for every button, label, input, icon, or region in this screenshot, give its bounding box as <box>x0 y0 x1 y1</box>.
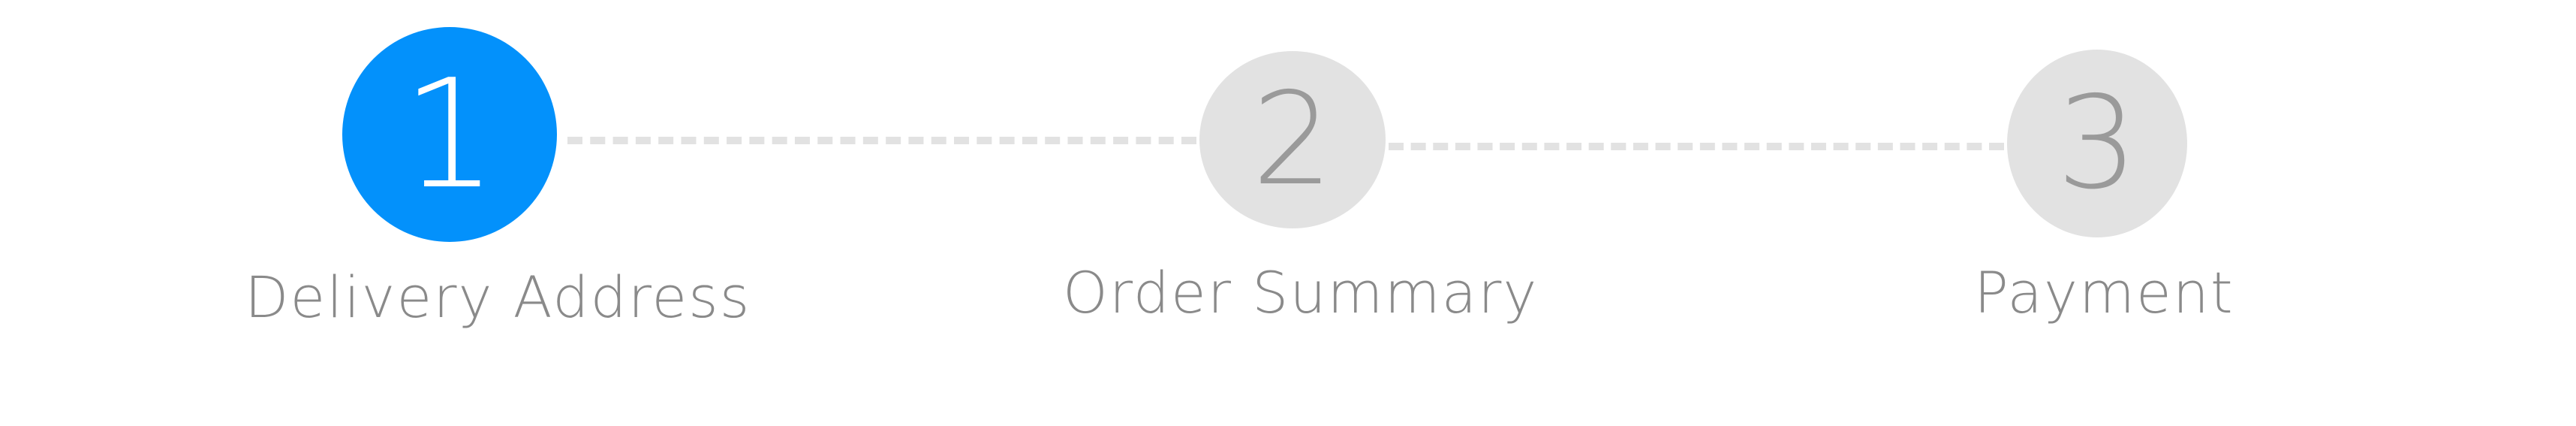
step-1-label: Delivery Address <box>245 264 751 331</box>
step-connector-1-2 <box>567 137 1196 144</box>
step-3-number: 3 <box>2056 69 2138 218</box>
step-2-circle[interactable]: 2 <box>1199 51 1386 228</box>
checkout-stepper: 1 Delivery Address 2 Order Summary 3 Pay… <box>0 0 2576 426</box>
step-1-circle[interactable]: 1 <box>342 27 557 242</box>
step-2-number: 2 <box>1251 65 1334 214</box>
step-3-circle[interactable]: 3 <box>2007 50 2187 237</box>
step-3-label: Payment <box>1974 259 2234 326</box>
step-2-label: Order Summary <box>1063 259 1539 326</box>
step-1-number: 1 <box>402 47 498 222</box>
step-connector-2-3 <box>1389 143 2004 150</box>
